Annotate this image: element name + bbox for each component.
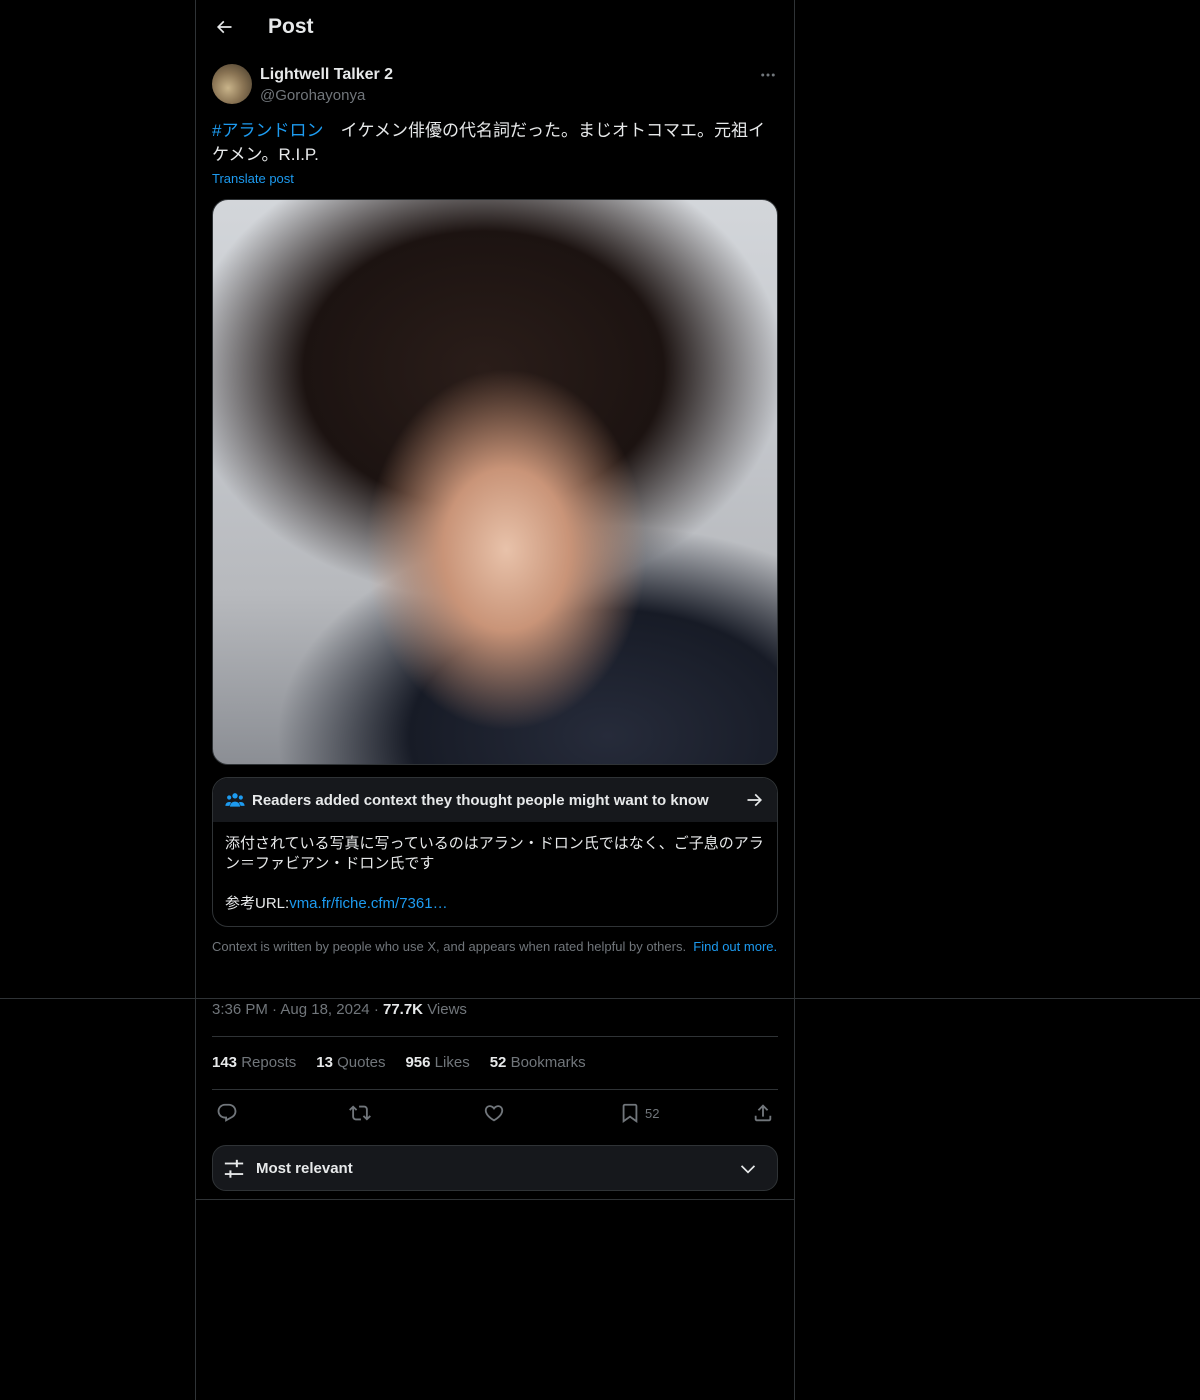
community-note: Readers added context they thought peopl… [212,777,778,927]
reply-sort-selector[interactable]: Most relevant [212,1145,778,1191]
share-button[interactable] [752,1101,774,1125]
divider [212,1089,778,1090]
sliders-icon [224,1159,244,1178]
translate-post-link[interactable]: Translate post [212,170,294,188]
page-title: Post [268,15,314,38]
note-context-disclaimer: Context is written by people who use X, … [212,939,778,955]
arrow-left-icon [216,20,232,34]
post-header: Post [196,0,794,54]
reply-icon [217,1103,237,1122]
like-button[interactable] [483,1101,505,1125]
main-column: Post Lightwell Talker 2 @Gorohayonya #アラ… [195,0,795,1400]
community-note-body: 添付されている写真に写っているのはアラン・ドロン氏ではなく、ご子息のアラン＝ファ… [225,835,764,872]
quotes-stat[interactable]: 13 Quotes [316,1053,385,1073]
community-note-header[interactable]: Readers added context they thought peopl… [213,778,777,822]
post-time[interactable]: 3:36 PM [212,1001,268,1018]
repost-icon [349,1105,371,1121]
hashtag-link[interactable]: #アランドロン [212,121,323,140]
people-icon [225,793,245,807]
post-photo[interactable] [212,199,778,765]
more-options-button[interactable] [756,64,780,86]
post-text: #アランドロン イケメン俳優の代名詞だった。まじオトコマエ。元祖イケメン。R.I… [212,119,778,167]
avatar[interactable] [212,64,252,104]
find-out-more-link[interactable]: Find out more. [693,939,777,954]
bookmark-count: 52 [645,1105,660,1121]
post-date[interactable]: Aug 18, 2024 [280,1001,369,1018]
meta-separator: · [272,1001,278,1018]
divider [212,1036,778,1037]
arrow-right-icon [747,793,763,807]
share-icon [754,1104,772,1122]
reference-link[interactable]: vma.fr/fiche.cfm/7361… [289,895,447,912]
post-meta: 3:36 PM · Aug 18, 2024 · 77.7K Views [212,1000,467,1020]
bookmark-button[interactable]: 52 [619,1101,659,1125]
sort-label: Most relevant [256,1160,353,1177]
author-handle[interactable]: @Gorohayonya [260,86,365,106]
back-button[interactable] [206,9,242,45]
heart-icon [484,1105,504,1122]
chevron-down-icon [740,1165,756,1174]
likes-stat[interactable]: 956 Likes [405,1053,469,1073]
author-name[interactable]: Lightwell Talker 2 [260,64,393,86]
reply-button[interactable] [216,1101,238,1125]
community-note-title: Readers added context they thought peopl… [252,792,709,809]
bookmark-icon [622,1103,638,1124]
views-count: 77.7K [382,1001,424,1018]
views-label: Views [427,1001,467,1018]
reference-label: 参考URL: [225,895,290,912]
repost-button[interactable] [349,1101,371,1125]
community-note-reference: 参考URL:vma.fr/fiche.cfm/7361… [225,894,448,914]
context-text: Context is written by people who use X, … [212,939,687,954]
horizontal-rule [0,998,1200,999]
bookmarks-stat[interactable]: 52 Bookmarks [490,1053,586,1073]
reposts-stat[interactable]: 143 Reposts [212,1053,296,1073]
horizontal-rule [195,1199,795,1200]
more-dots-icon [761,73,775,77]
post-stats: 143 Reposts 13 Quotes 956 Likes 52 Bookm… [212,1053,606,1073]
meta-separator: · [373,1001,379,1018]
